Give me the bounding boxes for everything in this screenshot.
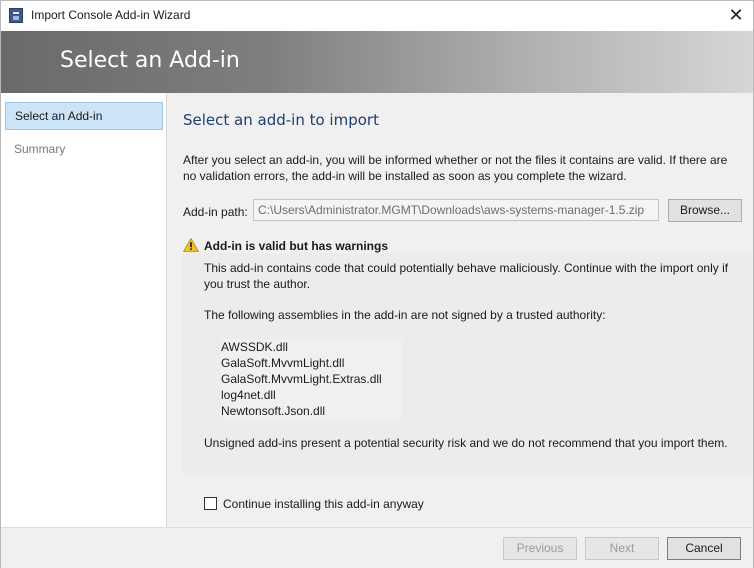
title-bar: Import Console Add-in Wizard ✕	[1, 1, 753, 31]
warning-message-line-1: This add-in contains code that could pot…	[204, 261, 729, 275]
intro-text: After you select an add-in, you will be …	[183, 152, 735, 184]
close-button[interactable]: ✕	[723, 3, 749, 29]
wizard-banner: Select an Add-in	[1, 31, 753, 93]
sidebar-item-select-add-in[interactable]: Select an Add-in	[5, 102, 163, 130]
unsigned-assemblies-intro: The following assemblies in the add-in a…	[204, 308, 606, 322]
browse-button[interactable]: Browse...	[668, 199, 742, 222]
intro-line-2: no validation errors, the add-in will be…	[183, 169, 627, 183]
list-item: AWSSDK.dll	[221, 340, 288, 354]
continue-anyway-label[interactable]: Continue installing this add-in anyway	[223, 497, 424, 511]
list-item: Newtonsoft.Json.dll	[221, 404, 326, 418]
wizard-footer: Previous Next Cancel	[1, 527, 753, 568]
page-heading: Select an add-in to import	[183, 111, 379, 129]
warning-triangle-icon	[183, 238, 199, 252]
main-panel: Select an add-in to import After you sel…	[167, 93, 753, 527]
banner-title: Select an Add-in	[60, 48, 240, 73]
warning-message-line-2: you trust the author.	[204, 277, 311, 291]
add-in-path-field[interactable]	[253, 199, 659, 221]
unsigned-assemblies-list: AWSSDK.dll GalaSoft.MvvmLight.dll GalaSo…	[221, 339, 402, 419]
previous-button[interactable]: Previous	[503, 537, 577, 560]
console-app-icon	[9, 8, 23, 23]
sidebar-item-summary[interactable]: Summary	[5, 135, 163, 163]
window-title: Import Console Add-in Wizard	[31, 8, 191, 22]
intro-line-1: After you select an add-in, you will be …	[183, 153, 728, 167]
wizard-steps-sidebar: Select an Add-in Summary	[1, 93, 167, 527]
continue-anyway-checkbox[interactable]	[204, 497, 217, 510]
cancel-button[interactable]: Cancel	[667, 537, 741, 560]
warning-message: This add-in contains code that could pot…	[204, 260, 752, 292]
list-item: log4net.dll	[221, 388, 276, 402]
security-risk-note: Unsigned add-ins present a potential sec…	[204, 436, 728, 450]
wizard-window: Import Console Add-in Wizard ✕ Select an…	[0, 0, 754, 568]
next-button[interactable]: Next	[585, 537, 659, 560]
add-in-path-label: Add-in path:	[183, 205, 248, 219]
list-item: GalaSoft.MvvmLight.dll	[221, 356, 345, 370]
list-item: GalaSoft.MvvmLight.Extras.dll	[221, 372, 382, 386]
warning-title: Add-in is valid but has warnings	[204, 239, 389, 253]
